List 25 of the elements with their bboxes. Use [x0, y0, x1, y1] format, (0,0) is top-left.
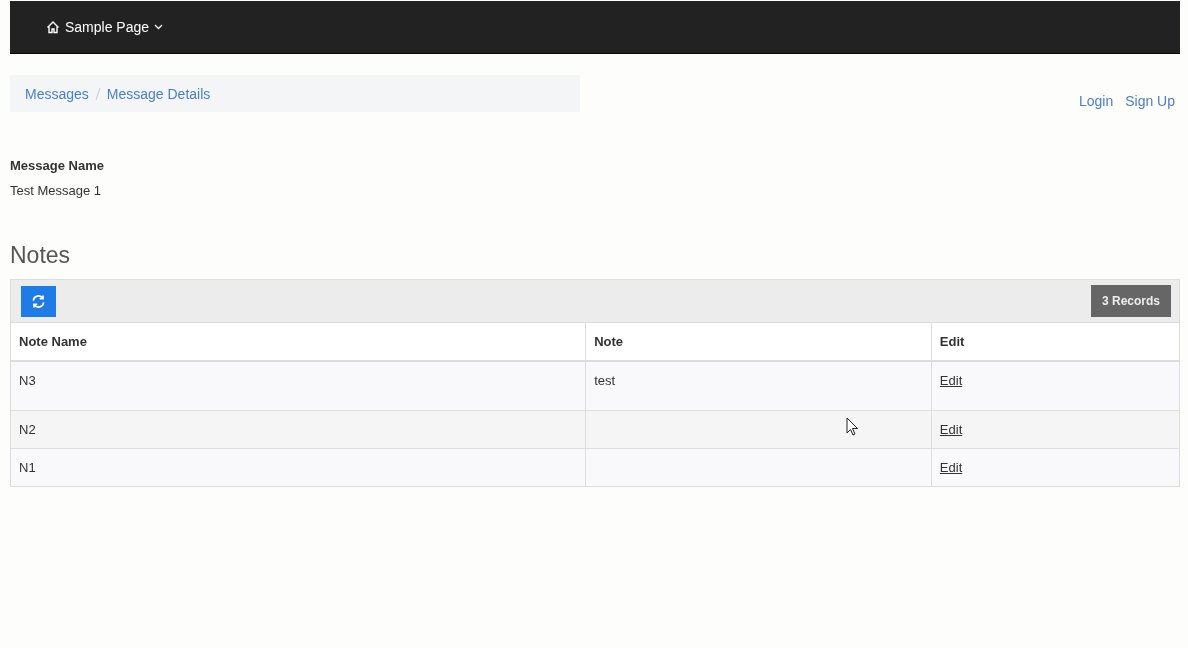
column-header: Edit: [931, 323, 1179, 361]
auth-link[interactable]: Login: [1078, 93, 1114, 109]
table-cell: N2: [11, 410, 586, 449]
section-title: Notes: [10, 242, 72, 269]
refresh-button[interactable]: [21, 285, 56, 317]
cursor-icon: [846, 417, 859, 436]
table-cell: N1: [11, 448, 586, 486]
separator-icon: [94, 86, 101, 101]
column-header: Note: [585, 323, 932, 361]
breadcrumb-link[interactable]: Messages: [25, 85, 89, 102]
field-value: Test Message 1: [10, 183, 103, 198]
caret-icon: [154, 24, 164, 30]
brand-menu[interactable]: Sample Page: [46, 1, 164, 53]
record-count-badge: 3 Records: [1090, 285, 1171, 317]
edit-link[interactable]: Edit: [939, 460, 963, 475]
breadcrumb-link[interactable]: Message Details: [106, 85, 211, 102]
refresh-icon: [31, 293, 46, 309]
home-icon: [46, 20, 60, 34]
edit-link[interactable]: Edit: [939, 373, 963, 388]
column-header: Note Name: [11, 323, 586, 361]
field-label: Message Name: [10, 158, 105, 173]
table-cell: N3: [11, 361, 586, 411]
edit-link[interactable]: Edit: [939, 422, 963, 437]
auth-link[interactable]: Sign Up: [1125, 93, 1175, 109]
table-cell: test: [585, 361, 932, 411]
